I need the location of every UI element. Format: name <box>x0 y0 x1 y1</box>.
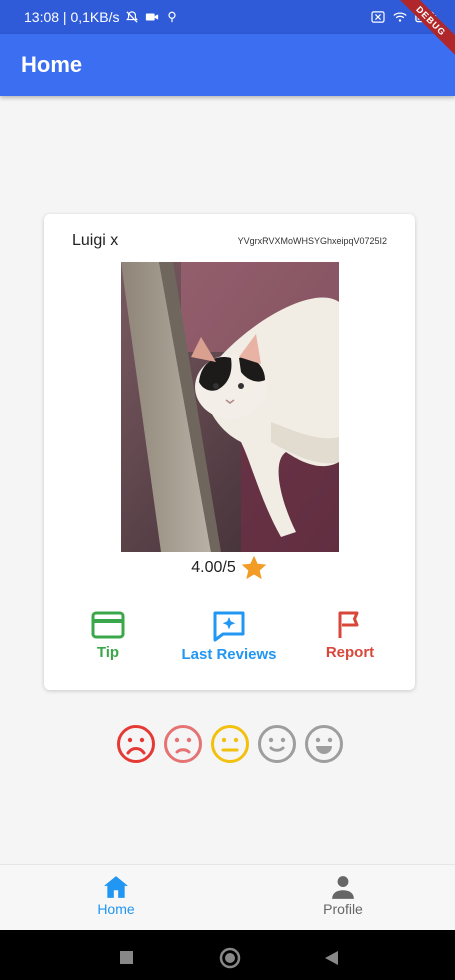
credit-card-icon <box>91 611 125 639</box>
neutral-face-icon[interactable] <box>210 724 250 764</box>
review-chat-icon <box>213 611 245 642</box>
very-dissatisfied-face-icon[interactable] <box>116 724 156 764</box>
app-bar: Home <box>0 34 455 96</box>
page-title: Home <box>21 52 83 77</box>
report-label: Report <box>325 644 375 661</box>
nav-home-label: Home <box>97 901 135 917</box>
tip-label: Tip <box>96 644 120 661</box>
user-name: Luigi x <box>72 232 119 249</box>
home-icon <box>104 876 128 898</box>
recents-icon[interactable] <box>120 951 133 964</box>
wifi-icon <box>393 12 407 22</box>
report-button[interactable]: Report <box>290 610 410 661</box>
bottom-navigation: Home Profile <box>0 864 455 930</box>
nav-profile[interactable]: Profile <box>283 875 403 917</box>
bell-off-icon <box>126 11 139 23</box>
card-actions: Tip Last Reviews Report <box>44 610 415 670</box>
nav-profile-label: Profile <box>323 901 363 917</box>
back-icon[interactable] <box>325 951 338 965</box>
rating-row: 4.00/5 <box>44 554 415 582</box>
status-time-speed: 13:08 | 0,1KB/s <box>24 9 120 25</box>
status-left: 13:08 | 0,1KB/s <box>24 9 179 25</box>
sim-off-icon <box>371 11 385 23</box>
satisfied-face-icon[interactable] <box>257 724 297 764</box>
profile-card: Luigi x YVgrxRVXMoWHSYGhxeipqV0725I2 4.0… <box>44 214 415 690</box>
battery-icon <box>415 11 437 23</box>
video-icon <box>146 13 159 21</box>
user-id: YVgrxRVXMoWHSYGhxeipqV0725I2 <box>237 236 387 246</box>
status-right <box>371 11 437 23</box>
app-screen: 13:08 | 0,1KB/s Home DEBUG Luigi x YVgrx… <box>0 0 455 980</box>
cat-photo-illustration <box>121 262 339 552</box>
system-nav-buttons <box>120 947 338 969</box>
cat-photo <box>121 262 339 552</box>
nav-home[interactable]: Home <box>56 875 176 917</box>
rating-value: 4.00/5 <box>191 559 236 576</box>
very-satisfied-face-icon[interactable] <box>304 724 344 764</box>
dissatisfied-face-icon[interactable] <box>163 724 203 764</box>
last-reviews-button[interactable]: Last Reviews <box>169 610 289 663</box>
location-icon <box>168 11 177 23</box>
tip-button[interactable]: Tip <box>48 610 168 661</box>
mood-rating-row <box>116 724 344 764</box>
system-navigation-bar <box>0 930 455 980</box>
star-icon <box>241 555 266 580</box>
flag-icon <box>338 611 359 638</box>
last-reviews-label: Last Reviews <box>181 646 277 663</box>
person-icon <box>332 876 354 899</box>
status-bar: 13:08 | 0,1KB/s <box>0 0 455 34</box>
